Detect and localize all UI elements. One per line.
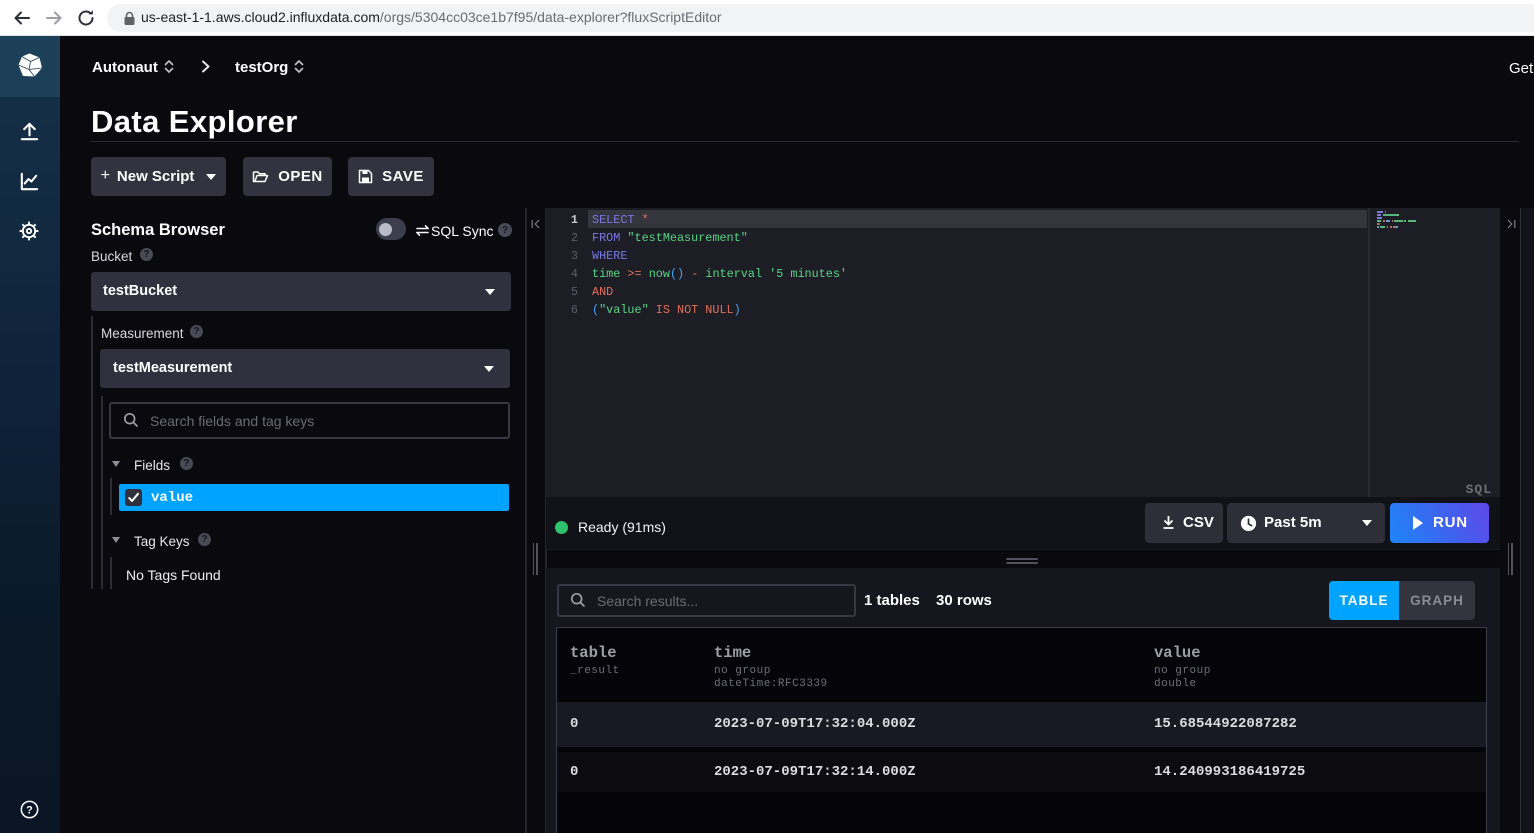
svg-text:?: ? xyxy=(26,804,33,816)
